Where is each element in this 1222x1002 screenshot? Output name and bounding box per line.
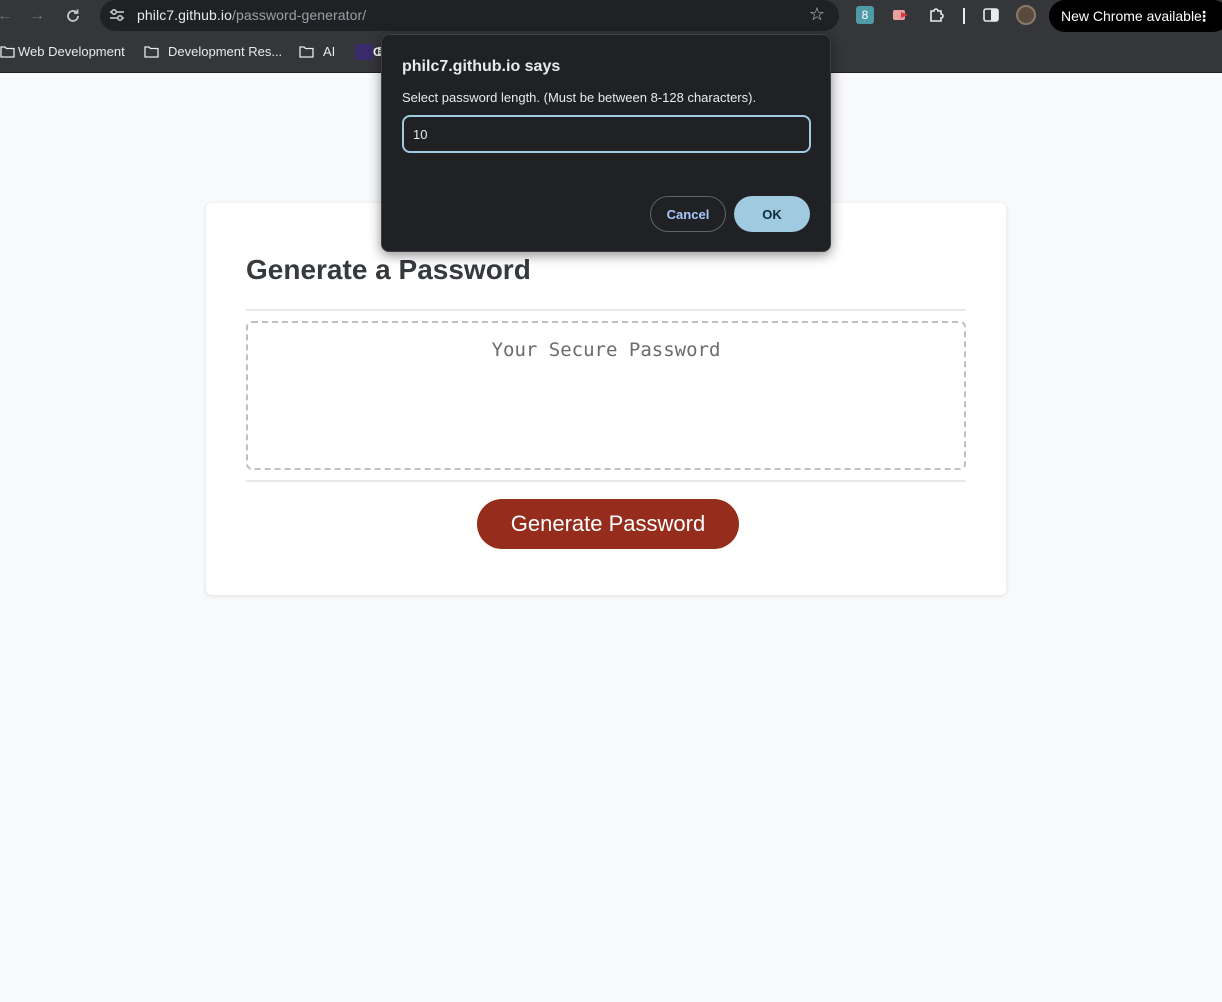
bookmark-ai[interactable]: AI xyxy=(299,44,335,62)
url-path: /password-generator/ xyxy=(232,7,367,23)
menu-kebab-icon[interactable]: ⋮ xyxy=(1197,0,1211,32)
card-header-divider xyxy=(246,309,966,311)
folder-icon xyxy=(0,46,15,58)
side-panel-icon[interactable] xyxy=(982,6,1000,24)
folder-icon xyxy=(299,46,314,58)
url-text[interactable]: philc7.github.io/password-generator/ xyxy=(137,7,366,23)
card-footer-divider xyxy=(246,480,966,482)
password-card: Generate a Password Generate Password xyxy=(206,203,1006,595)
bookmark-label: Development Res... xyxy=(168,44,283,59)
extension-badge-icon[interactable]: 8 xyxy=(856,6,874,24)
site-info-icon[interactable] xyxy=(109,8,125,22)
toolbar-divider xyxy=(963,8,965,24)
password-length-input[interactable] xyxy=(402,115,811,153)
extensions-puzzle-icon[interactable] xyxy=(928,6,946,24)
folder-icon xyxy=(144,46,159,58)
cancel-button[interactable]: Cancel xyxy=(650,196,726,232)
generate-password-button[interactable]: Generate Password xyxy=(477,499,739,549)
browser-toolbar: ← → philc7.github.io/password-generator/… xyxy=(0,0,1222,36)
bookmark-web-development[interactable]: Web Development xyxy=(0,44,125,62)
reload-icon[interactable] xyxy=(60,4,86,28)
bookmark-development-resources[interactable]: Development Res... xyxy=(144,44,282,62)
back-arrow-icon[interactable]: ← xyxy=(0,4,18,28)
address-bar[interactable]: philc7.github.io/password-generator/ ☆ xyxy=(100,0,839,31)
dialog-message: Select password length. (Must be between… xyxy=(402,90,757,105)
prompt-dialog: philc7.github.io says Select password le… xyxy=(381,34,831,252)
bookmark-label: Web Development xyxy=(18,44,125,59)
profile-avatar[interactable] xyxy=(1016,5,1036,25)
update-chrome-button[interactable]: New Chrome available ⋮ xyxy=(1049,0,1222,32)
page-title: Generate a Password xyxy=(246,254,531,285)
url-host: philc7.github.io xyxy=(137,7,232,23)
c-logo-icon: C xyxy=(355,44,382,60)
password-output[interactable] xyxy=(246,321,966,470)
dialog-title: philc7.github.io says xyxy=(402,58,561,75)
forward-arrow-icon[interactable]: → xyxy=(24,4,50,28)
update-label: New Chrome available xyxy=(1061,8,1202,24)
video-extension-icon[interactable] xyxy=(892,6,910,24)
bookmark-star-icon[interactable]: ☆ xyxy=(809,4,825,25)
ok-button[interactable]: OK xyxy=(734,196,810,232)
